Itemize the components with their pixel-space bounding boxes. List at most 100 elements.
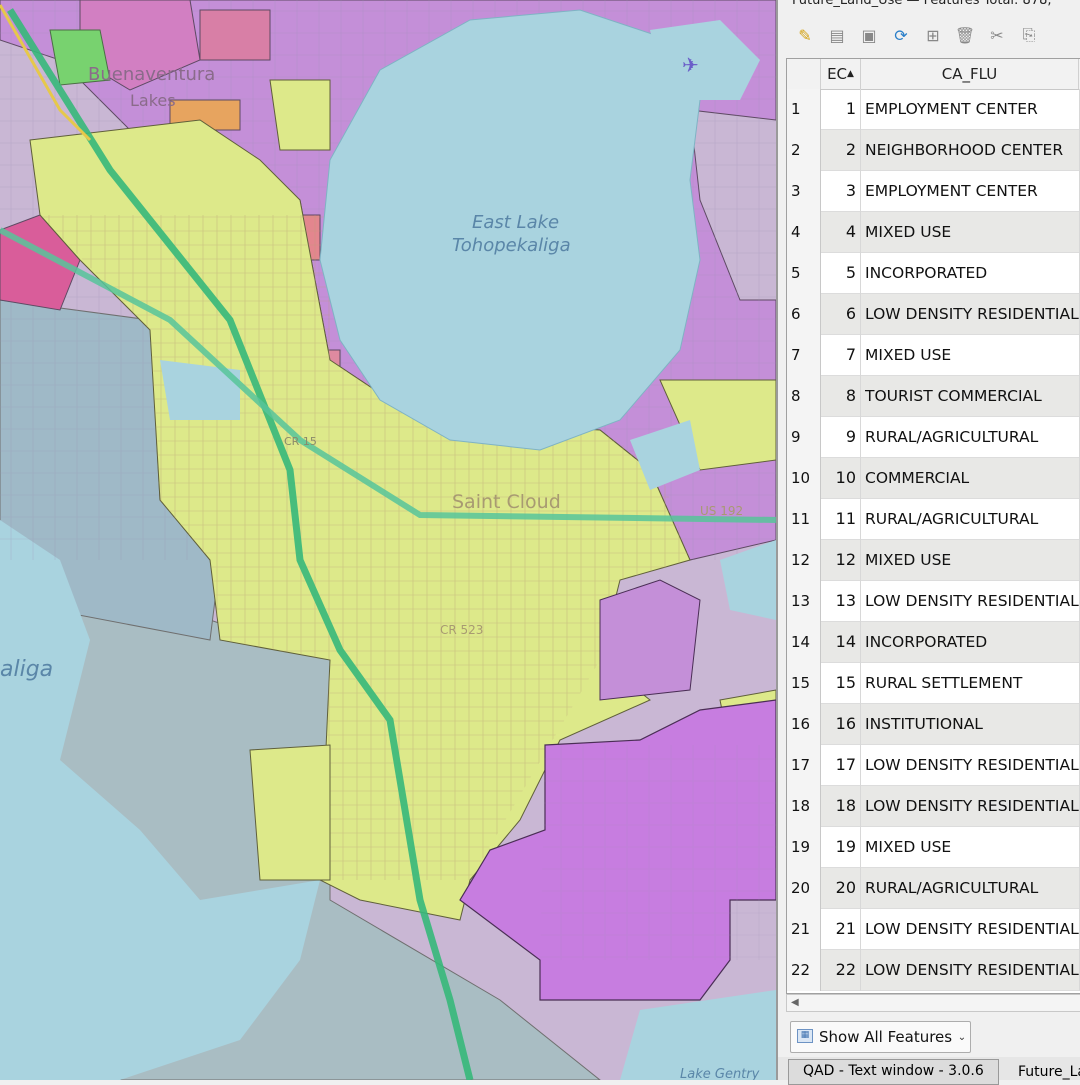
scroll-left-icon[interactable]: ◀ [791,997,799,1008]
table-row[interactable]: 2222LOW DENSITY RESIDENTIALC [787,950,1080,991]
cell-ca-flu[interactable]: EMPLOYMENT CENTER [865,89,1079,130]
cell-ec[interactable]: 12 [821,540,861,581]
cell-ec[interactable]: 1 [821,89,861,130]
row-number[interactable]: 20 [787,868,821,909]
corner-cell[interactable] [787,59,821,89]
cell-ec[interactable]: 3 [821,171,861,212]
cell-ca-flu[interactable]: EMPLOYMENT CENTER [865,171,1079,212]
row-number[interactable]: 11 [787,499,821,540]
edit-table-icon[interactable]: ▤ [826,24,848,46]
cell-ca-flu[interactable]: MIXED USE [865,212,1079,253]
table-row[interactable]: 1818LOW DENSITY RESIDENTIALC [787,786,1080,827]
cell-ec[interactable]: 10 [821,458,861,499]
table-row[interactable]: 2121LOW DENSITY RESIDENTIALC [787,909,1080,950]
attribute-table[interactable]: EC▲ CA_FLU 11EMPLOYMENT CENTERI22NEIGHBO… [786,58,1080,994]
table-row[interactable]: 77MIXED USEC [787,335,1080,376]
table-row[interactable]: 1515RURAL SETTLEMENTC [787,663,1080,704]
row-number[interactable]: 1 [787,89,821,130]
row-number[interactable]: 6 [787,294,821,335]
row-number[interactable]: 16 [787,704,821,745]
row-number[interactable]: 14 [787,622,821,663]
row-number[interactable]: 5 [787,253,821,294]
cell-ec[interactable]: 9 [821,417,861,458]
cell-ca-flu[interactable]: LOW DENSITY RESIDENTIAL [865,909,1079,950]
row-number[interactable]: 3 [787,171,821,212]
copy-icon[interactable]: ⎘ [1018,24,1040,46]
table-row[interactable]: 1717LOW DENSITY RESIDENTIALC [787,745,1080,786]
row-number[interactable]: 9 [787,417,821,458]
cell-ca-flu[interactable]: NEIGHBORHOOD CENTER [865,130,1079,171]
row-number[interactable]: 4 [787,212,821,253]
delete-icon[interactable]: 🗑 [954,24,976,46]
cell-ec[interactable]: 7 [821,335,861,376]
table-row[interactable]: 55INCORPORATEDS [787,253,1080,294]
cell-ec[interactable]: 22 [821,950,861,991]
table-row[interactable]: 11EMPLOYMENT CENTERI [787,89,1080,130]
cell-ec[interactable]: 16 [821,704,861,745]
cell-ca-flu[interactable]: RURAL/AGRICULTURAL [865,417,1079,458]
table-row[interactable]: 1010COMMERCIALC [787,458,1080,499]
row-number[interactable]: 21 [787,909,821,950]
cell-ca-flu[interactable]: TOURIST COMMERCIAL [865,376,1079,417]
cell-ca-flu[interactable]: LOW DENSITY RESIDENTIAL [865,294,1079,335]
cell-ec[interactable]: 4 [821,212,861,253]
column-header-ca-flu[interactable]: CA_FLU [861,59,1079,89]
cell-ec[interactable]: 17 [821,745,861,786]
table-row[interactable]: 1313LOW DENSITY RESIDENTIALC [787,581,1080,622]
cell-ec[interactable]: 8 [821,376,861,417]
cell-ca-flu[interactable]: MIXED USE [865,827,1079,868]
cell-ec[interactable]: 5 [821,253,861,294]
column-header-ec[interactable]: EC▲ [821,59,861,89]
taskbar-item-qad[interactable]: QAD - Text window - 3.0.6 [788,1059,999,1085]
table-row[interactable]: 1919MIXED USEC [787,827,1080,868]
horizontal-scrollbar[interactable]: ◀ [786,994,1080,1012]
table-row[interactable]: 1212MIXED USEC [787,540,1080,581]
cell-ca-flu[interactable]: LOW DENSITY RESIDENTIAL [865,786,1079,827]
cell-ec[interactable]: 18 [821,786,861,827]
row-number[interactable]: 13 [787,581,821,622]
table-row[interactable]: 22NEIGHBORHOOD CENTERC [787,130,1080,171]
cell-ec[interactable]: 11 [821,499,861,540]
cell-ca-flu[interactable]: LOW DENSITY RESIDENTIAL [865,745,1079,786]
cell-ca-flu[interactable]: MIXED USE [865,540,1079,581]
cell-ec[interactable]: 19 [821,827,861,868]
cell-ec[interactable]: 2 [821,130,861,171]
table-row[interactable]: 33EMPLOYMENT CENTERI [787,171,1080,212]
table-row[interactable]: 1616INSTITUTIONALC [787,704,1080,745]
cell-ca-flu[interactable]: INCORPORATED [865,622,1079,663]
cell-ca-flu[interactable]: INCORPORATED [865,253,1079,294]
row-number[interactable]: 10 [787,458,821,499]
row-number[interactable]: 22 [787,950,821,991]
cell-ca-flu[interactable]: LOW DENSITY RESIDENTIAL [865,950,1079,991]
refresh-icon[interactable]: ⟳ [890,24,912,46]
row-number[interactable]: 19 [787,827,821,868]
cell-ec[interactable]: 20 [821,868,861,909]
row-number[interactable]: 2 [787,130,821,171]
cell-ca-flu[interactable]: LOW DENSITY RESIDENTIAL [865,581,1079,622]
table-row[interactable]: 44MIXED USEI [787,212,1080,253]
table-row[interactable]: 99RURAL/AGRICULTURALC [787,417,1080,458]
table-row[interactable]: 1111RURAL/AGRICULTURALC [787,499,1080,540]
cell-ec[interactable]: 13 [821,581,861,622]
table-row[interactable]: 88TOURIST COMMERCIALC [787,376,1080,417]
cell-ca-flu[interactable]: RURAL SETTLEMENT [865,663,1079,704]
cell-ec[interactable]: 15 [821,663,861,704]
cell-ec[interactable]: 6 [821,294,861,335]
save-icon[interactable]: ▣ [858,24,880,46]
row-number[interactable]: 8 [787,376,821,417]
cell-ca-flu[interactable]: INSTITUTIONAL [865,704,1079,745]
add-row-icon[interactable]: ⊞ [922,24,944,46]
row-number[interactable]: 12 [787,540,821,581]
table-row[interactable]: 66LOW DENSITY RESIDENTIALC [787,294,1080,335]
row-number[interactable]: 18 [787,786,821,827]
table-row[interactable]: 2020RURAL/AGRICULTURALC [787,868,1080,909]
map-canvas[interactable]: East Lake Tohopekaliga Saint Cloud Buena… [0,0,776,1080]
cell-ca-flu[interactable]: RURAL/AGRICULTURAL [865,499,1079,540]
row-number[interactable]: 7 [787,335,821,376]
show-all-features-button[interactable]: ▦ Show All Features ⌄ [790,1021,972,1053]
cell-ec[interactable]: 14 [821,622,861,663]
pencil-icon[interactable]: ✎ [794,24,816,46]
table-row[interactable]: 1414INCORPORATEDI [787,622,1080,663]
cell-ca-flu[interactable]: COMMERCIAL [865,458,1079,499]
cell-ca-flu[interactable]: RURAL/AGRICULTURAL [865,868,1079,909]
